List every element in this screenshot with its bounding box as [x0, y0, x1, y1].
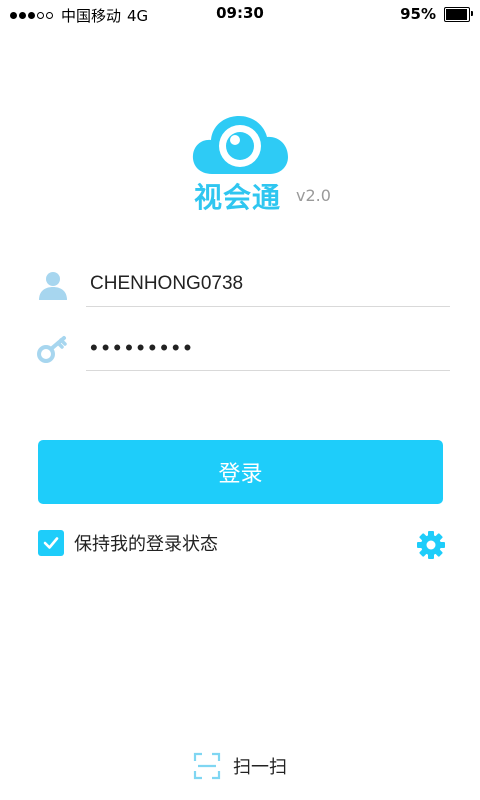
- scan-button[interactable]: 扫一扫: [0, 752, 480, 780]
- scan-label: 扫一扫: [233, 757, 287, 778]
- remember-checkbox[interactable]: [38, 530, 64, 556]
- battery-fill: [446, 8, 467, 20]
- scan-icon: [193, 752, 221, 780]
- checkmark-icon: [43, 537, 59, 549]
- user-icon: [39, 272, 67, 300]
- remember-login-toggle[interactable]: 保持我的登录状态: [38, 530, 218, 556]
- cloud-eye-logo: [192, 116, 288, 174]
- username-input[interactable]: [86, 262, 450, 307]
- status-right: 95%: [400, 5, 473, 23]
- battery-icon: [444, 6, 473, 22]
- password-input[interactable]: [86, 326, 450, 371]
- app-version: v2.0: [296, 186, 331, 205]
- login-screen: 中国移动 4G 09:30 95% 视会通 v2.0 CHENHONG0738 …: [0, 0, 480, 800]
- password-row: [36, 326, 450, 374]
- login-button[interactable]: 登录: [38, 440, 443, 504]
- username-row: [36, 262, 450, 310]
- battery-percent: 95%: [400, 5, 436, 23]
- gear-icon[interactable]: [416, 530, 446, 560]
- status-bar: 中国移动 4G 09:30 95%: [0, 0, 480, 28]
- key-icon: [37, 336, 67, 363]
- remember-label: 保持我的登录状态: [74, 534, 218, 555]
- app-name: 视会通: [194, 181, 282, 214]
